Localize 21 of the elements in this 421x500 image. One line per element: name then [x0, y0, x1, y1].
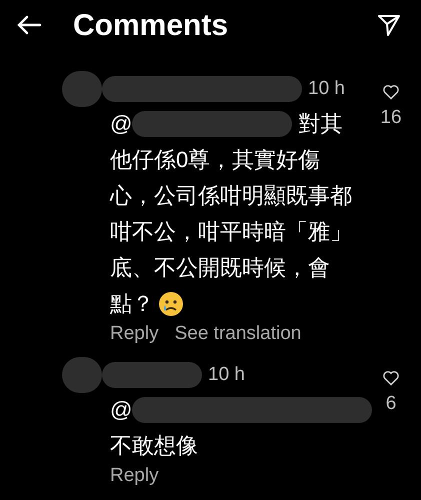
- comment-time: 10 h: [208, 362, 245, 387]
- like-count: 16: [380, 106, 402, 130]
- back-arrow-icon[interactable]: [16, 14, 42, 36]
- mention[interactable]: @: [110, 392, 132, 428]
- comment-text: 對其: [298, 110, 342, 138]
- comment-text: 他仔係0尊，其實好傷: [110, 146, 320, 174]
- heart-icon[interactable]: [382, 370, 400, 386]
- comment-text: 心，公司係咁明顯既事都: [110, 182, 352, 210]
- comment-text: 底、不公開既時候，會: [110, 254, 330, 282]
- reply-link[interactable]: Reply: [110, 322, 159, 346]
- mention[interactable]: @: [110, 106, 132, 142]
- comment-time: 10 h: [308, 76, 345, 101]
- comment-text: 不敢想像: [110, 432, 198, 460]
- comment-text: 點？: [110, 290, 154, 318]
- comment-text: 咁不公，咁平時暗「雅」: [110, 218, 352, 246]
- translation-link[interactable]: See translation: [174, 322, 302, 346]
- send-icon[interactable]: [377, 13, 401, 37]
- page-title: Comments: [73, 8, 228, 44]
- like-count: 6: [386, 392, 396, 416]
- reply-link[interactable]: Reply: [110, 464, 159, 488]
- heart-icon[interactable]: [382, 84, 400, 100]
